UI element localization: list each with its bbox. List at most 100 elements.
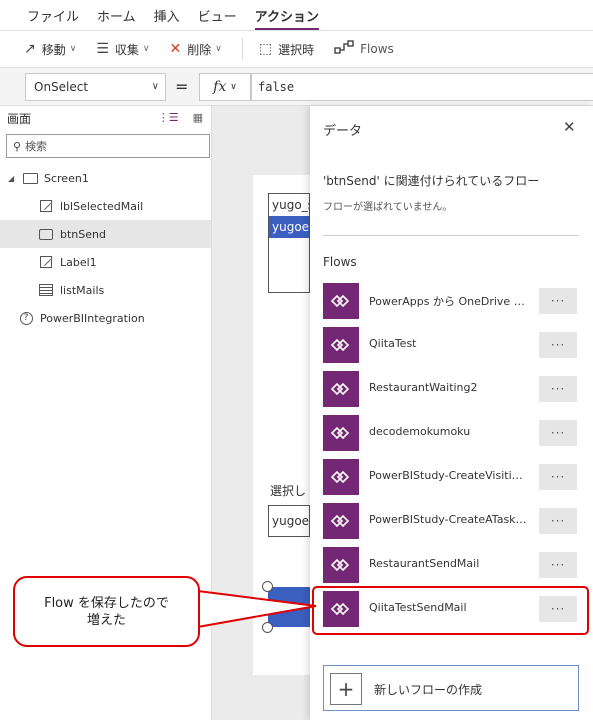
- flow-name: decodemokumoku: [369, 425, 471, 438]
- flow-more-button[interactable]: ···: [539, 376, 577, 402]
- chevron-down-icon: ∨: [151, 81, 159, 92]
- close-icon[interactable]: ✕: [563, 118, 576, 136]
- tree-node-lblselectedmail[interactable]: lblSelectedMail: [0, 192, 211, 220]
- toolbar-divider: [241, 38, 243, 60]
- fx-icon: fx: [213, 79, 227, 95]
- flow-icon: [323, 503, 359, 539]
- divider: [323, 235, 579, 236]
- formula-input[interactable]: false: [251, 73, 593, 101]
- tree-node-label: Label1: [60, 255, 97, 269]
- fx-button[interactable]: fx ∨: [199, 73, 251, 101]
- equals-sign: =: [175, 77, 189, 96]
- flow-more-button[interactable]: ···: [539, 332, 577, 358]
- tree-node-label: Screen1: [44, 171, 89, 185]
- selected-caption: 選択し: [270, 484, 307, 498]
- formula-text: false: [258, 80, 295, 94]
- selected-mail-label[interactable]: yugoes: [268, 505, 310, 537]
- callout-line2: 増えた: [86, 612, 126, 628]
- expand-triangle-icon[interactable]: ◢: [8, 174, 18, 183]
- formula-bar: OnSelect ∨ = fx ∨ false: [0, 68, 593, 106]
- callout-note: Flow を保存したので 増えた: [13, 576, 200, 647]
- listbox-icon: [38, 284, 54, 297]
- associated-flows-heading: 'btnSend' に関連付けられているフロー: [323, 174, 540, 188]
- close-icon: ✕: [169, 41, 182, 57]
- mail-listbox[interactable]: yugo_s yugoes: [268, 193, 310, 293]
- label-icon: [38, 256, 54, 269]
- delete-button[interactable]: ✕ 削除 ∨: [170, 41, 222, 58]
- highlight-box: [312, 586, 589, 635]
- grid-view-icon[interactable]: ▦: [193, 111, 203, 124]
- menu-insert[interactable]: 挿入: [154, 6, 180, 30]
- label-icon: [38, 200, 54, 213]
- flow-name: RestaurantSendMail: [369, 557, 480, 570]
- tree-node-label: PowerBIIntegration: [40, 311, 145, 325]
- on-select-button[interactable]: ⬚ 選択時: [259, 41, 314, 58]
- move-label: 移動: [41, 42, 66, 57]
- list-item[interactable]: yugo_s: [269, 194, 309, 216]
- move-button[interactable]: ↗ 移動 ∨: [24, 41, 76, 58]
- no-flow-message: フローが選ばれていません。: [323, 202, 453, 213]
- property-value: OnSelect: [34, 80, 89, 94]
- tree-node-screen1[interactable]: ◢ Screen1: [0, 164, 211, 192]
- flow-item[interactable]: RestaurantWaiting2 ···: [323, 371, 579, 407]
- chevron-down-icon: ∨: [230, 82, 237, 92]
- data-panel-title: データ: [323, 124, 363, 139]
- flow-icon: [323, 415, 359, 451]
- tree-header: 画面 ⋮☰ ▦: [0, 106, 211, 130]
- tree-node-powerbiintegration[interactable]: ? PowerBIIntegration: [0, 304, 211, 332]
- plus-icon: +: [330, 673, 362, 705]
- toolbar: ↗ 移動 ∨ ☰ 収集 ∨ ✕ 削除 ∨ ⬚ 選択時 Flows: [0, 30, 593, 68]
- property-dropdown[interactable]: OnSelect ∨: [25, 73, 166, 101]
- delete-label: 削除: [187, 42, 212, 57]
- chevron-down-icon: ∨: [215, 44, 222, 54]
- new-flow-button[interactable]: + 新しいフローの作成: [323, 665, 579, 711]
- tree-list-view-icon[interactable]: ⋮☰: [158, 111, 179, 124]
- flow-more-button[interactable]: ···: [539, 288, 577, 314]
- flow-item[interactable]: PowerBIStudy-CreateVisitin... ···: [323, 459, 579, 495]
- resize-handle[interactable]: [262, 622, 273, 633]
- new-flow-label: 新しいフローの作成: [374, 683, 483, 697]
- flow-name: PowerBIStudy-CreateVisitin...: [369, 469, 529, 482]
- flows-button[interactable]: Flows: [334, 40, 394, 58]
- tree-title: 画面: [7, 111, 32, 126]
- flow-icon: [334, 40, 354, 58]
- flow-more-button[interactable]: ···: [539, 464, 577, 490]
- flow-icon: [323, 371, 359, 407]
- resize-handle[interactable]: [262, 601, 273, 612]
- resize-handle[interactable]: [262, 581, 273, 592]
- flow-item[interactable]: QiitaTest ···: [323, 327, 579, 363]
- menu-action[interactable]: アクション: [254, 6, 320, 30]
- menu-view[interactable]: ビュー: [198, 6, 237, 30]
- flow-more-button[interactable]: ···: [539, 508, 577, 534]
- flow-item[interactable]: decodemokumoku ···: [323, 415, 579, 451]
- list-icon: ☰: [96, 41, 109, 57]
- tree-node-btnsend[interactable]: btnSend: [0, 220, 211, 248]
- flow-more-button[interactable]: ···: [539, 420, 577, 446]
- flow-item[interactable]: PowerApps から OneDrive へ... ···: [323, 283, 579, 319]
- tree-node-label: lblSelectedMail: [60, 199, 144, 213]
- on-select-label: 選択時: [278, 42, 315, 57]
- flow-icon: [323, 283, 359, 319]
- screen-icon: [22, 172, 38, 185]
- flows-label: Flows: [360, 42, 394, 56]
- chevron-down-icon: ∨: [69, 44, 77, 54]
- flow-item[interactable]: PowerBIStudy-CreateATaskF... ···: [323, 503, 579, 539]
- tree-node-label1[interactable]: Label1: [0, 248, 211, 276]
- menu-home[interactable]: ホーム: [97, 6, 136, 30]
- collect-button[interactable]: ☰ 収集 ∨: [96, 41, 149, 58]
- tree-list: ◢ Screen1 lblSelectedMail btnSend Label1…: [0, 164, 211, 332]
- flow-more-button[interactable]: ···: [539, 552, 577, 578]
- send-button[interactable]: [268, 587, 310, 627]
- tree-node-label: listMails: [60, 283, 105, 297]
- callout-line1: Flow を保存したので: [44, 595, 169, 611]
- collect-label: 収集: [114, 42, 139, 57]
- flow-item[interactable]: RestaurantSendMail ···: [323, 547, 579, 583]
- menu-file[interactable]: ファイル: [27, 6, 79, 30]
- flow-name: PowerBIStudy-CreateATaskF...: [369, 513, 529, 526]
- flow-name: RestaurantWaiting2: [369, 381, 478, 394]
- list-item-selected[interactable]: yugoes: [269, 216, 309, 238]
- tree-node-listmails[interactable]: listMails: [0, 276, 211, 304]
- select-cursor-icon: ⬚: [258, 41, 273, 57]
- tree-search-input[interactable]: ⚲ 検索: [6, 134, 210, 158]
- flow-icon: [323, 327, 359, 363]
